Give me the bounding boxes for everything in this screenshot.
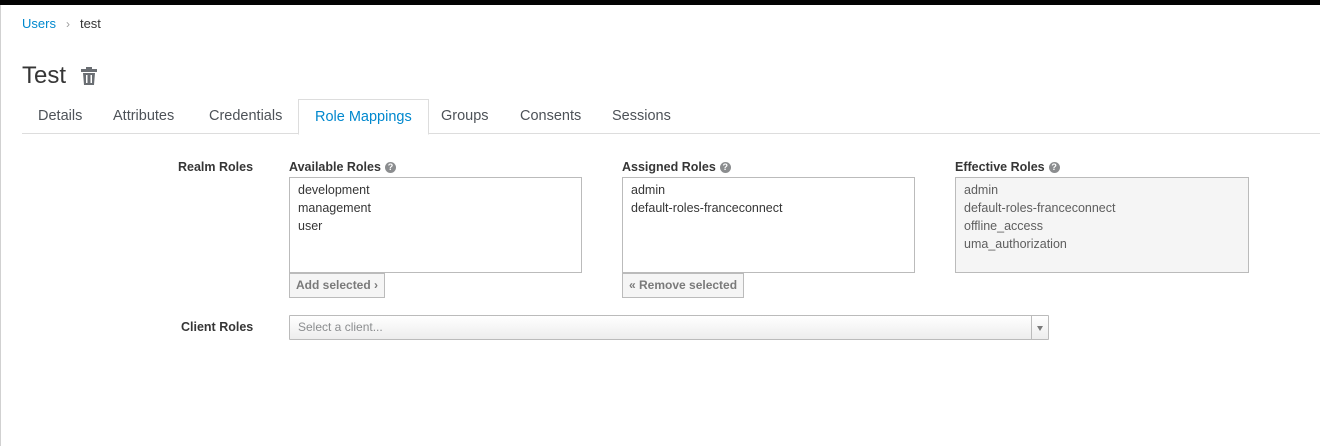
assigned-roles-list[interactable]: admin default-roles-franceconnect (622, 177, 915, 273)
effective-roles-title-text: Effective Roles (955, 160, 1045, 174)
list-item[interactable]: default-roles-franceconnect (631, 199, 906, 217)
breadcrumb-separator: › (65, 16, 70, 31)
effective-roles-list: admin default-roles-franceconnect offlin… (955, 177, 1249, 273)
list-item: offline_access (964, 219, 1043, 233)
assigned-roles-title-text: Assigned Roles (622, 160, 716, 174)
available-roles-title: Available Roles ? (289, 160, 396, 174)
assigned-roles-title: Assigned Roles ? (622, 160, 731, 174)
client-select-placeholder: Select a client... (298, 320, 383, 334)
client-select[interactable]: Select a client... (289, 315, 1049, 340)
tab-details[interactable]: Details (22, 99, 98, 134)
tab-consents[interactable]: Consents (504, 99, 597, 134)
trash-icon[interactable] (80, 66, 98, 86)
breadcrumb-users-link[interactable]: Users (22, 16, 56, 31)
add-selected-button[interactable]: Add selected › (289, 273, 386, 298)
list-item[interactable]: management (298, 199, 573, 217)
tab-bar: Details Attributes Credentials Role Mapp… (22, 99, 1320, 135)
list-item: admin (964, 183, 999, 197)
realm-roles-label: Realm Roles (178, 160, 254, 174)
help-icon[interactable]: ? (1048, 161, 1060, 173)
tab-sessions[interactable]: Sessions (596, 99, 687, 134)
tab-groups[interactable]: Groups (425, 99, 505, 134)
effective-roles-title: Effective Roles ? (955, 160, 1060, 174)
chevron-down-icon (1037, 326, 1043, 331)
tab-role-mappings[interactable]: Role Mappings (298, 99, 429, 135)
help-icon[interactable]: ? (719, 161, 731, 173)
list-item[interactable]: admin (631, 181, 906, 199)
top-bar (0, 0, 1320, 5)
breadcrumb: Users › test (22, 16, 101, 31)
available-roles-title-text: Available Roles (289, 160, 381, 174)
list-item[interactable]: user (298, 217, 573, 235)
list-item: default-roles-franceconnect (964, 201, 1116, 215)
list-item[interactable]: development (298, 181, 573, 199)
client-roles-label: Client Roles (181, 320, 254, 334)
left-divider (0, 5, 1, 446)
available-roles-list[interactable]: development management user (289, 177, 582, 273)
breadcrumb-current: test (79, 16, 101, 31)
list-item: uma_authorization (964, 237, 1067, 251)
tab-attributes[interactable]: Attributes (97, 99, 190, 134)
dropdown-toggle[interactable] (1031, 316, 1048, 339)
help-icon[interactable]: ? (384, 161, 396, 173)
remove-selected-button[interactable]: « Remove selected (622, 273, 745, 298)
page-header: Test (22, 60, 98, 92)
tab-credentials[interactable]: Credentials (193, 99, 298, 134)
page-title: Test (22, 62, 67, 89)
